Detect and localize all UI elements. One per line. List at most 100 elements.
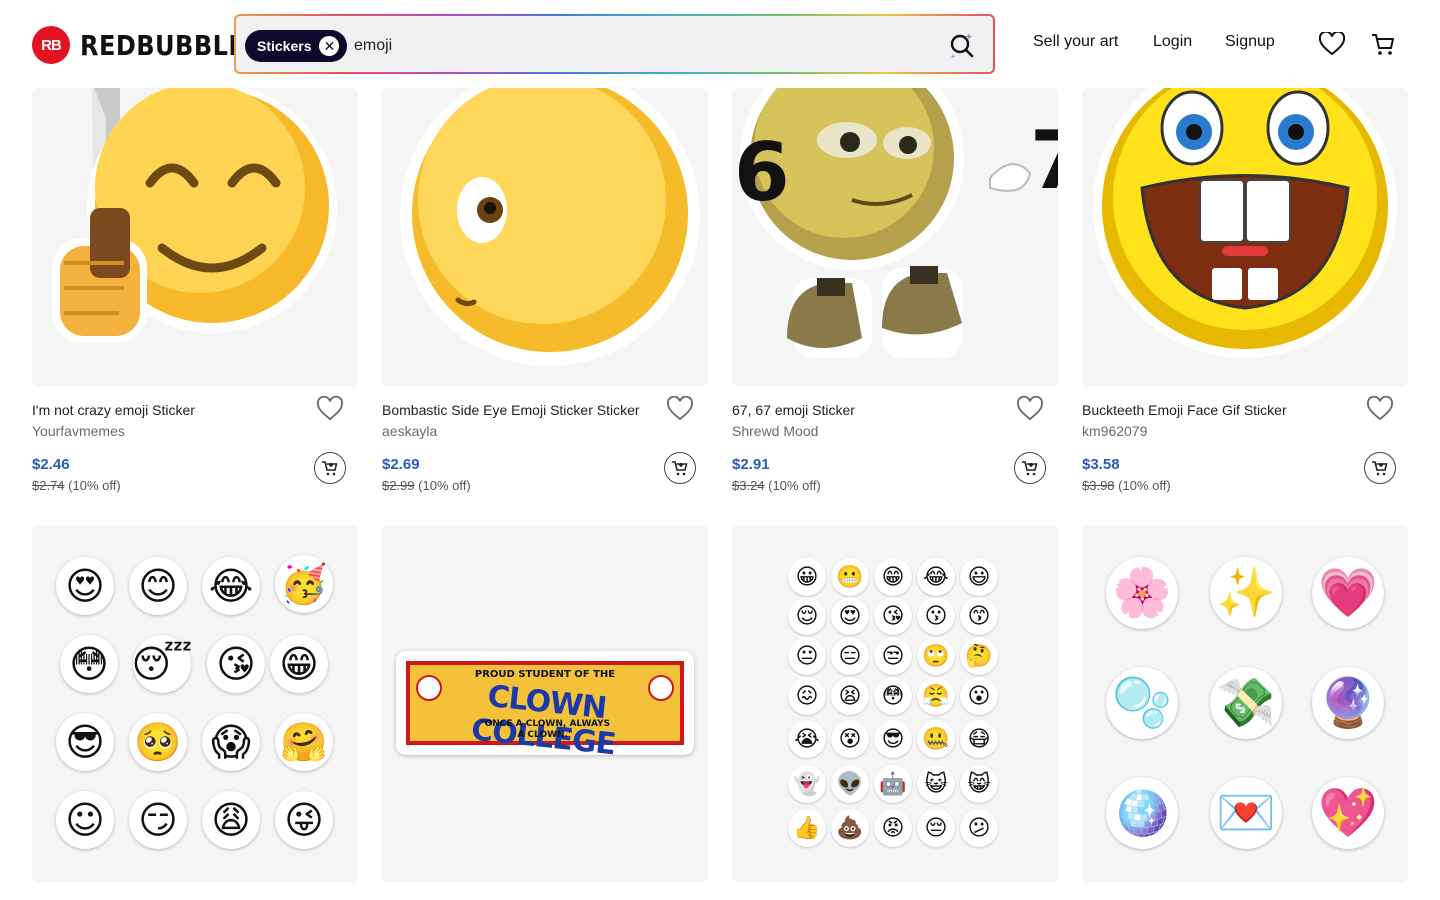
- product-title[interactable]: Buckteeth Emoji Face Gif Sticker: [1082, 402, 1287, 418]
- close-icon[interactable]: ✕: [319, 36, 340, 56]
- discount-label: (10% off): [418, 478, 471, 493]
- product-artist[interactable]: Yourfavmemes: [32, 423, 125, 439]
- ghost-emoji: 👻: [788, 765, 826, 803]
- expressionless-emoji: 😑: [831, 637, 869, 675]
- heart-icon[interactable]: [1016, 395, 1044, 424]
- robot-emoji: 🤖: [874, 765, 912, 803]
- strikethrough-price: $2.74: [32, 478, 65, 493]
- add-to-cart-icon[interactable]: [664, 452, 696, 484]
- product-title[interactable]: I'm not crazy emoji Sticker: [32, 402, 195, 418]
- relaxed-emoji: ☺: [56, 791, 114, 849]
- bubbles-emoji: 🫧: [1106, 667, 1178, 739]
- scream-emoji: 😱: [202, 713, 260, 771]
- sell-your-art-link[interactable]: Sell your art: [1033, 33, 1118, 51]
- strikethrough-price: $3.98: [1082, 478, 1115, 493]
- product-image[interactable]: 😀 😬 😁 😂 😃 😌 😍 😘 😗 😙 😐 😑 😒 🙄 🤔 😖 😫 😳 😤 😮 …: [732, 525, 1058, 882]
- category-filter-chip[interactable]: Stickers ✕: [245, 30, 348, 62]
- product-title[interactable]: 67, 67 emoji Sticker: [732, 402, 855, 418]
- pensive-emoji: 😔: [917, 809, 955, 847]
- search-icon[interactable]: [945, 28, 979, 62]
- love-letter-emoji: 💌: [1210, 777, 1282, 849]
- pink-heart-emoji: 💗: [1312, 557, 1384, 629]
- product-card: I'm not crazy emoji Sticker Yourfavmemes…: [32, 395, 358, 502]
- product-title[interactable]: Bombastic Side Eye Emoji Sticker Sticker: [382, 402, 640, 418]
- signup-link[interactable]: Signup: [1225, 33, 1275, 51]
- product-artist[interactable]: km962079: [1082, 423, 1147, 439]
- heart-icon[interactable]: [316, 395, 344, 424]
- angry-emoji: 😡: [874, 809, 912, 847]
- product-image[interactable]: 🌸 ✨ 💗 🫧 💸 🔮 🪩 💌 💖: [1082, 525, 1408, 882]
- party-emoji: 🥳: [275, 555, 333, 613]
- poop-emoji: 💩: [831, 809, 869, 847]
- search-bar-inner: Stickers ✕: [236, 16, 993, 72]
- search-input[interactable]: [354, 30, 914, 62]
- strikethrough-price: $2.99: [382, 478, 415, 493]
- kissing-emoji: 😗: [917, 597, 955, 635]
- kiss-emoji: 😘: [874, 597, 912, 635]
- product-image[interactable]: 6 7: [732, 88, 1058, 386]
- kissing-smile-emoji: 😙: [960, 597, 998, 635]
- add-to-cart-icon[interactable]: [1364, 452, 1396, 484]
- unamused-emoji: 😒: [874, 637, 912, 675]
- winking-tongue-emoji: 😜: [275, 791, 333, 849]
- neutral-emoji: 😐: [788, 637, 826, 675]
- relieved-emoji: 😌: [788, 597, 826, 635]
- add-to-cart-icon[interactable]: [1014, 452, 1046, 484]
- smirk-emoji: 😏: [129, 791, 187, 849]
- login-link[interactable]: Login: [1153, 33, 1192, 51]
- tears-of-joy-emoji: 😂: [202, 557, 260, 615]
- disco-ball-emoji: 🪩: [1106, 777, 1178, 849]
- confused-emoji: 😕: [960, 809, 998, 847]
- clown-college-sticker: PROUD STUDENT OF THE CLOWN COLLEGE "ONCE…: [396, 651, 694, 762]
- product-price: $3.58: [1082, 456, 1120, 473]
- confounded-emoji: 😖: [788, 677, 826, 715]
- product-artist[interactable]: Shrewd Mood: [732, 423, 818, 439]
- cart-icon[interactable]: [1369, 30, 1397, 58]
- zipper-mouth-emoji: 🤐: [917, 720, 955, 758]
- product-image[interactable]: [32, 88, 358, 386]
- smiley-emoji: 😃: [960, 558, 998, 596]
- crystal-ball-emoji: 🔮: [1312, 667, 1384, 739]
- kissing-emoji: 😘: [207, 635, 265, 693]
- product-card: 67, 67 emoji Sticker Shrewd Mood $2.91 $…: [732, 395, 1058, 502]
- crazy-emoji-art: [52, 88, 337, 343]
- original-price: $3.98 (10% off): [1082, 478, 1171, 493]
- eye-roll-emoji: 🙄: [917, 637, 955, 675]
- heart-icon[interactable]: [1366, 395, 1394, 424]
- sob-emoji: 😭: [788, 720, 826, 758]
- discount-label: (10% off): [1118, 478, 1171, 493]
- flushed-emoji: 😳: [874, 677, 912, 715]
- triumph-emoji: 😤: [917, 677, 955, 715]
- search-bar: Stickers ✕: [234, 14, 995, 74]
- open-mouth-emoji: 😮: [960, 677, 998, 715]
- thinking-emoji: 🤔: [960, 637, 998, 675]
- pleading-emoji: 🥺: [129, 713, 187, 771]
- side-eye-emoji-art: [400, 88, 700, 366]
- original-price: $3.24 (10% off): [732, 478, 821, 493]
- sunglasses-emoji: 😎: [56, 713, 114, 771]
- strikethrough-price: $3.24: [732, 478, 765, 493]
- clown-college-banner: PROUD STUDENT OF THE CLOWN COLLEGE "ONCE…: [406, 661, 684, 762]
- blush-emoji: 😊: [129, 557, 187, 615]
- product-artist[interactable]: aeskayla: [382, 423, 437, 439]
- number-seven: 7: [1030, 114, 1058, 207]
- original-price: $2.99 (10% off): [382, 478, 471, 493]
- product-image[interactable]: 😍 😊 😂 🥳 😳 😴 😘 😁 😎 🥺 😱 🤗 ☺ 😏 😩 😜: [32, 525, 358, 882]
- original-price: $2.74 (10% off): [32, 478, 121, 493]
- dizzy-face-emoji: 😵: [831, 720, 869, 758]
- heart-icon[interactable]: [666, 395, 694, 424]
- thumbs-up-emoji: 👍: [788, 809, 826, 847]
- product-image[interactable]: [1082, 88, 1408, 386]
- product-image[interactable]: PROUD STUDENT OF THE CLOWN COLLEGE "ONCE…: [382, 525, 708, 882]
- heart-eyes-emoji: 😍: [831, 597, 869, 635]
- buckteeth-emoji-art: [1093, 88, 1397, 358]
- discount-label: (10% off): [68, 478, 121, 493]
- grimace-emoji: 😬: [831, 558, 869, 596]
- heart-icon[interactable]: [1318, 30, 1346, 58]
- sparkles-emoji: ✨: [1210, 557, 1282, 629]
- joy-emoji: 😂: [917, 558, 955, 596]
- site-header: RB REDBUBBLE Stickers ✕ Sell your art Lo…: [0, 0, 1440, 88]
- product-image[interactable]: [382, 88, 708, 386]
- product-card: Buckteeth Emoji Face Gif Sticker km96207…: [1082, 395, 1408, 502]
- add-to-cart-icon[interactable]: [314, 452, 346, 484]
